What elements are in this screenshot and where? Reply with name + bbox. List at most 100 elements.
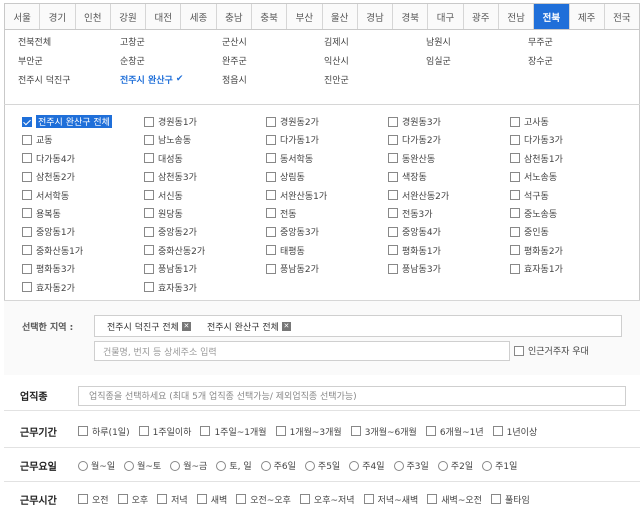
dong-checkbox[interactable]: 동서학동 xyxy=(266,151,388,166)
checkbox-box[interactable] xyxy=(22,263,32,274)
radio-circle[interactable] xyxy=(216,460,227,471)
radio-circle[interactable] xyxy=(304,460,315,471)
checkbox-box[interactable] xyxy=(22,190,32,201)
district-item[interactable]: 장수군 xyxy=(528,53,630,67)
region-tab[interactable]: 경북 xyxy=(393,4,429,29)
district-item[interactable]: 진안군 xyxy=(324,72,426,86)
checkbox-box[interactable] xyxy=(510,190,520,201)
checkbox-box[interactable] xyxy=(510,226,520,237)
dong-checkbox[interactable]: 다가동1가 xyxy=(266,132,388,147)
region-tab[interactable]: 강원 xyxy=(110,4,147,29)
region-tab[interactable]: 전북 xyxy=(534,4,570,29)
dong-checkbox[interactable]: 다가동3가 xyxy=(510,132,632,147)
dong-checkbox[interactable]: 경원동2가 xyxy=(266,114,388,129)
checkbox-box[interactable] xyxy=(388,263,398,274)
dong-checkbox[interactable]: 삼천동2가 xyxy=(22,169,144,184)
dong-checkbox[interactable]: 대성동 xyxy=(144,151,266,166)
checkbox-box[interactable] xyxy=(266,116,276,127)
dong-checkbox[interactable]: 색장동 xyxy=(388,169,510,184)
district-item[interactable]: 전북전체 xyxy=(18,34,120,48)
days-option[interactable]: 주3일 xyxy=(393,459,429,472)
checkbox-box[interactable] xyxy=(299,494,310,504)
time-option[interactable]: 저녁~새벽 xyxy=(363,493,418,506)
checkbox-box[interactable] xyxy=(510,208,520,219)
dong-checkbox[interactable]: 서서학동 xyxy=(22,188,144,203)
dong-checkbox[interactable]: 원당동 xyxy=(144,206,266,221)
radio-circle[interactable] xyxy=(78,460,88,471)
remove-chip-icon[interactable]: ✕ xyxy=(281,321,291,331)
time-option[interactable]: 새벽~오전 xyxy=(427,493,482,506)
dong-checkbox[interactable]: 전동3가 xyxy=(388,206,510,221)
period-option[interactable]: 1년이상 xyxy=(492,425,537,438)
dong-checkbox[interactable]: 교동 xyxy=(22,132,144,147)
checkbox-box[interactable] xyxy=(388,171,398,182)
dong-checkbox[interactable]: 서신동 xyxy=(144,188,266,203)
dong-checkbox[interactable]: 중앙동4가 xyxy=(388,224,510,239)
dong-checkbox[interactable]: 삼천동3가 xyxy=(144,169,266,184)
days-option[interactable]: 월~토 xyxy=(124,459,161,472)
region-tab[interactable]: 울산 xyxy=(322,4,358,29)
days-option[interactable]: 월~금 xyxy=(170,459,207,472)
district-item[interactable]: 남원시 xyxy=(426,34,528,48)
checkbox-box[interactable] xyxy=(196,494,207,504)
dong-checkbox[interactable]: 태평동 xyxy=(266,243,388,258)
time-option[interactable]: 오전 xyxy=(78,493,109,506)
dong-checkbox[interactable]: 경원동1가 xyxy=(144,114,266,129)
district-item[interactable]: 순창군 xyxy=(120,53,222,67)
nearby-resident-checkbox[interactable]: 인근거주자 우대 xyxy=(514,344,589,357)
days-option[interactable]: 주6일 xyxy=(260,459,296,472)
dong-checkbox[interactable]: 중앙동3가 xyxy=(266,224,388,239)
checkbox-box[interactable] xyxy=(350,426,361,436)
dong-checkbox[interactable]: 평화동2가 xyxy=(510,243,632,258)
region-tab[interactable]: 전국 xyxy=(604,4,640,29)
checkbox-box[interactable] xyxy=(388,153,398,164)
region-tab[interactable]: 서울 xyxy=(5,4,41,29)
checkbox-box[interactable] xyxy=(510,245,520,256)
checkbox-box[interactable] xyxy=(266,153,276,164)
region-tab[interactable]: 부산 xyxy=(287,4,323,29)
dong-checkbox[interactable]: 풍남동2가 xyxy=(266,261,388,276)
district-item[interactable]: 부안군 xyxy=(18,53,120,67)
dong-checkbox[interactable]: 효자동1가 xyxy=(510,261,632,276)
district-item[interactable]: 전주시 덕진구 xyxy=(18,72,120,86)
region-tab[interactable]: 대전 xyxy=(146,4,182,29)
region-tab[interactable]: 광주 xyxy=(463,4,499,29)
dong-checkbox[interactable]: 남노송동 xyxy=(144,132,266,147)
checkbox-box[interactable] xyxy=(144,226,154,237)
dong-checkbox[interactable]: 전주시 완산구 전체 xyxy=(22,114,144,129)
checkbox-box[interactable] xyxy=(363,494,374,504)
days-option[interactable]: 주2일 xyxy=(437,459,473,472)
dong-checkbox[interactable]: 중화산동1가 xyxy=(22,243,144,258)
checkbox-box[interactable] xyxy=(490,494,501,504)
radio-circle[interactable] xyxy=(437,460,448,471)
dong-checkbox[interactable]: 동완산동 xyxy=(388,151,510,166)
checkbox-box[interactable] xyxy=(388,226,398,237)
checkbox-box[interactable] xyxy=(144,153,154,164)
checkbox-box[interactable] xyxy=(266,245,276,256)
checkbox-box[interactable] xyxy=(510,263,520,274)
period-option[interactable]: 1주일이하 xyxy=(138,425,191,438)
period-option[interactable]: 1주일~1개월 xyxy=(200,425,267,438)
remove-chip-icon[interactable]: ✕ xyxy=(181,321,191,331)
radio-circle[interactable] xyxy=(170,460,181,471)
dong-checkbox[interactable]: 중화산동2가 xyxy=(144,243,266,258)
checkbox-box[interactable] xyxy=(144,134,154,145)
region-tab[interactable]: 경남 xyxy=(357,4,394,29)
region-tab[interactable]: 인천 xyxy=(75,4,111,29)
dong-checkbox[interactable]: 다가동4가 xyxy=(22,151,144,166)
region-tab[interactable]: 세종 xyxy=(181,4,217,29)
dong-checkbox[interactable]: 효자동3가 xyxy=(144,280,266,295)
checkbox-box[interactable] xyxy=(266,263,276,274)
checkbox-box[interactable] xyxy=(266,208,276,219)
district-item[interactable]: 고창군 xyxy=(120,34,222,48)
days-option[interactable]: 월~일 xyxy=(78,459,115,472)
time-option[interactable]: 오전~오후 xyxy=(236,493,291,506)
days-option[interactable]: 주4일 xyxy=(349,459,385,472)
region-tab[interactable]: 제주 xyxy=(569,4,605,29)
checkbox-box[interactable] xyxy=(510,171,520,182)
checkbox-box[interactable] xyxy=(144,116,154,127)
dong-checkbox[interactable]: 서완산동2가 xyxy=(388,188,510,203)
dong-checkbox[interactable]: 전동 xyxy=(266,206,388,221)
checkbox-box[interactable] xyxy=(388,116,398,127)
checkbox-box[interactable] xyxy=(78,494,88,504)
